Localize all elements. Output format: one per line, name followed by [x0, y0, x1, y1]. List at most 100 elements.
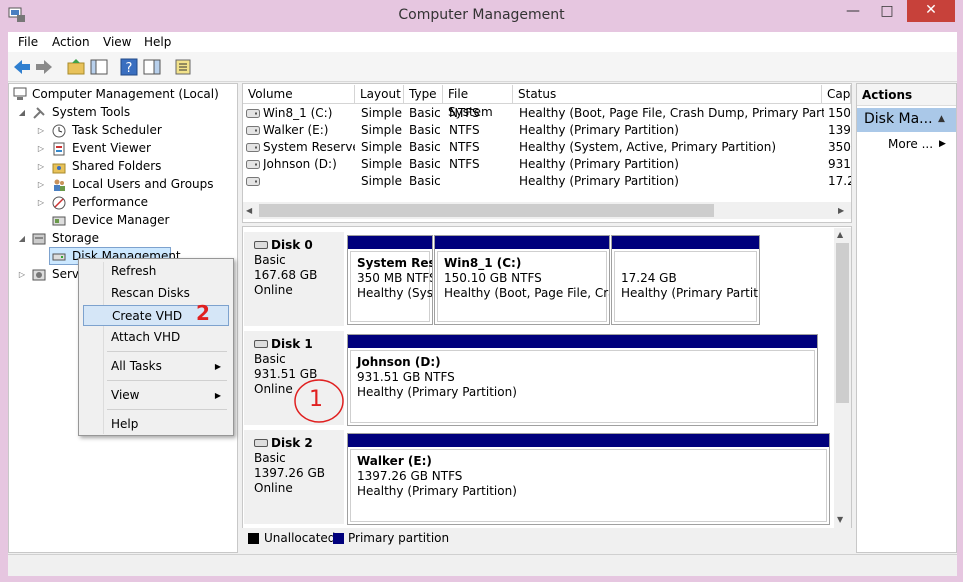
table-row[interactable]: Simple Basic Healthy (Primary Partition)… — [243, 173, 851, 190]
volume-capacity: 931. — [828, 157, 851, 171]
collapse-section-icon[interactable]: ▲ — [938, 114, 945, 124]
partition-system-reserved[interactable]: System Rese 350 MB NTFS Healthy (Syste — [347, 235, 433, 325]
expand-arrow-icon[interactable]: ◢ — [17, 234, 27, 243]
primary-partition-swatch — [333, 533, 344, 544]
scroll-right-icon[interactable]: ▶ — [838, 206, 844, 215]
tree-local-users-groups[interactable]: Local Users and Groups — [72, 175, 214, 193]
volume-file-system: NTFS — [449, 157, 480, 171]
partition-size: 17.24 GB — [621, 271, 677, 285]
tree-event-viewer[interactable]: Event Viewer — [72, 139, 151, 157]
volume-capacity: 1397 — [828, 123, 851, 137]
more-arrow-icon: ▶ — [939, 139, 946, 149]
column-capacity[interactable]: Cap — [822, 85, 851, 104]
menu-item-all-tasks[interactable]: All Tasks ▶ — [83, 356, 229, 377]
partition-walker-e[interactable]: Walker (E:) 1397.26 GB NTFS Healthy (Pri… — [347, 433, 830, 525]
scroll-down-icon[interactable]: ▼ — [837, 515, 843, 524]
menu-item-attach-vhd[interactable]: Attach VHD — [83, 327, 229, 348]
menu-item-help[interactable]: Help — [83, 414, 229, 435]
submenu-arrow-icon: ▶ — [214, 362, 221, 371]
volume-type: Basic — [409, 140, 441, 154]
scroll-left-icon[interactable]: ◀ — [246, 206, 252, 215]
collapse-arrow-icon[interactable]: ▷ — [36, 198, 46, 207]
help-icon[interactable]: ? — [119, 57, 139, 77]
svg-text:?: ? — [126, 61, 133, 76]
menu-item-refresh[interactable]: Refresh — [83, 261, 229, 282]
disk-2-info[interactable]: Disk 2 Basic 1397.26 GB Online — [244, 430, 344, 524]
up-folder-icon[interactable] — [66, 57, 86, 77]
table-row[interactable]: System Reserved Simple Basic NTFS Health… — [243, 139, 851, 156]
legend-primary-partition: Primary partition — [348, 531, 450, 545]
tree-system-tools[interactable]: System Tools — [52, 103, 130, 121]
menu-item-view[interactable]: View ▶ — [83, 385, 229, 406]
partition-johnson-d[interactable]: Johnson (D:) 931.51 GB NTFS Healthy (Pri… — [347, 334, 818, 426]
volume-type: Basic — [409, 174, 441, 188]
scroll-up-icon[interactable]: ▲ — [837, 230, 843, 239]
volume-status: Healthy (System, Active, Primary Partiti… — [519, 140, 777, 154]
menu-action[interactable]: Action — [52, 35, 90, 49]
computer-icon — [13, 87, 27, 100]
horizontal-scroll-thumb[interactable] — [259, 204, 714, 217]
volume-layout: Simple — [361, 106, 402, 120]
minimize-button[interactable]: — — [838, 0, 868, 24]
annotation-label-1: 1 — [309, 387, 323, 412]
collapse-arrow-icon[interactable]: ▷ — [36, 126, 46, 135]
actions-more[interactable]: More ... — [888, 137, 933, 151]
collapse-arrow-icon[interactable]: ▷ — [17, 270, 27, 279]
column-layout[interactable]: Layout — [355, 85, 404, 104]
storage-icon — [32, 233, 46, 245]
collapse-arrow-icon[interactable]: ▷ — [36, 180, 46, 189]
forward-arrow-icon[interactable] — [34, 57, 54, 77]
volume-status: Healthy (Boot, Page File, Crash Dump, Pr… — [519, 106, 824, 120]
back-arrow-icon[interactable] — [12, 57, 32, 77]
services-icon — [32, 269, 46, 281]
collapse-arrow-icon[interactable]: ▷ — [36, 162, 46, 171]
disk-icon — [254, 439, 268, 447]
show-hide-console-tree-icon[interactable] — [89, 57, 109, 77]
partition-status: Healthy (Primary Partitio — [621, 286, 760, 300]
menu-help[interactable]: Help — [144, 35, 171, 49]
menu-separator — [107, 380, 227, 381]
disk-icon — [254, 241, 268, 249]
table-row[interactable]: Win8_1 (C:) Simple Basic NTFS Healthy (B… — [243, 105, 851, 122]
primary-partition-bar — [348, 236, 432, 249]
drive-icon — [246, 109, 260, 118]
status-bar — [8, 554, 957, 576]
volume-name: Walker (E:) — [263, 123, 329, 137]
partition-win8-c[interactable]: Win8_1 (C:) 150.10 GB NTFS Healthy (Boot… — [434, 235, 610, 325]
vertical-scroll-thumb[interactable] — [836, 243, 849, 403]
tree-storage[interactable]: Storage — [52, 229, 99, 247]
column-volume[interactable]: Volume — [243, 85, 355, 104]
tree-shared-folders[interactable]: Shared Folders — [72, 157, 161, 175]
show-hide-action-pane-icon[interactable] — [142, 57, 162, 77]
menu-view[interactable]: View — [103, 35, 131, 49]
column-status[interactable]: Status — [513, 85, 822, 104]
partition-size: 150.10 GB NTFS — [444, 271, 542, 285]
table-row[interactable]: Johnson (D:) Simple Basic NTFS Healthy (… — [243, 156, 851, 173]
expand-arrow-icon[interactable]: ◢ — [17, 108, 27, 117]
partition-name: Win8_1 (C:) — [444, 256, 522, 270]
disk-0-info[interactable]: Disk 0 Basic 167.68 GB Online — [244, 232, 344, 326]
column-file-system[interactable]: File System — [443, 85, 513, 119]
collapse-arrow-icon[interactable]: ▷ — [36, 144, 46, 153]
partition-17gb[interactable]: 17.24 GB Healthy (Primary Partitio — [611, 235, 760, 325]
disk-name: Disk 1 — [271, 337, 313, 351]
tree-task-scheduler[interactable]: Task Scheduler — [72, 121, 162, 139]
event-viewer-icon — [53, 142, 65, 156]
volume-layout: Simple — [361, 140, 402, 154]
menu-file[interactable]: File — [18, 35, 38, 49]
partition-status: Healthy (Primary Partition) — [357, 385, 517, 399]
close-button[interactable]: ✕ — [907, 0, 955, 22]
maximize-button[interactable]: □ — [872, 0, 902, 24]
volume-name: Win8_1 (C:) — [263, 106, 333, 120]
device-manager-icon — [52, 216, 66, 226]
tree-device-manager[interactable]: Device Manager — [72, 211, 169, 229]
table-row[interactable]: Walker (E:) Simple Basic NTFS Healthy (P… — [243, 122, 851, 139]
partition-name: Walker (E:) — [357, 454, 432, 468]
users-icon — [54, 179, 65, 191]
column-type[interactable]: Type — [404, 85, 443, 104]
primary-partition-bar — [348, 434, 829, 447]
tree-performance[interactable]: Performance — [72, 193, 148, 211]
properties-icon[interactable] — [173, 57, 193, 77]
tree-root[interactable]: Computer Management (Local) — [32, 85, 219, 103]
disk-name: Disk 2 — [271, 436, 313, 450]
